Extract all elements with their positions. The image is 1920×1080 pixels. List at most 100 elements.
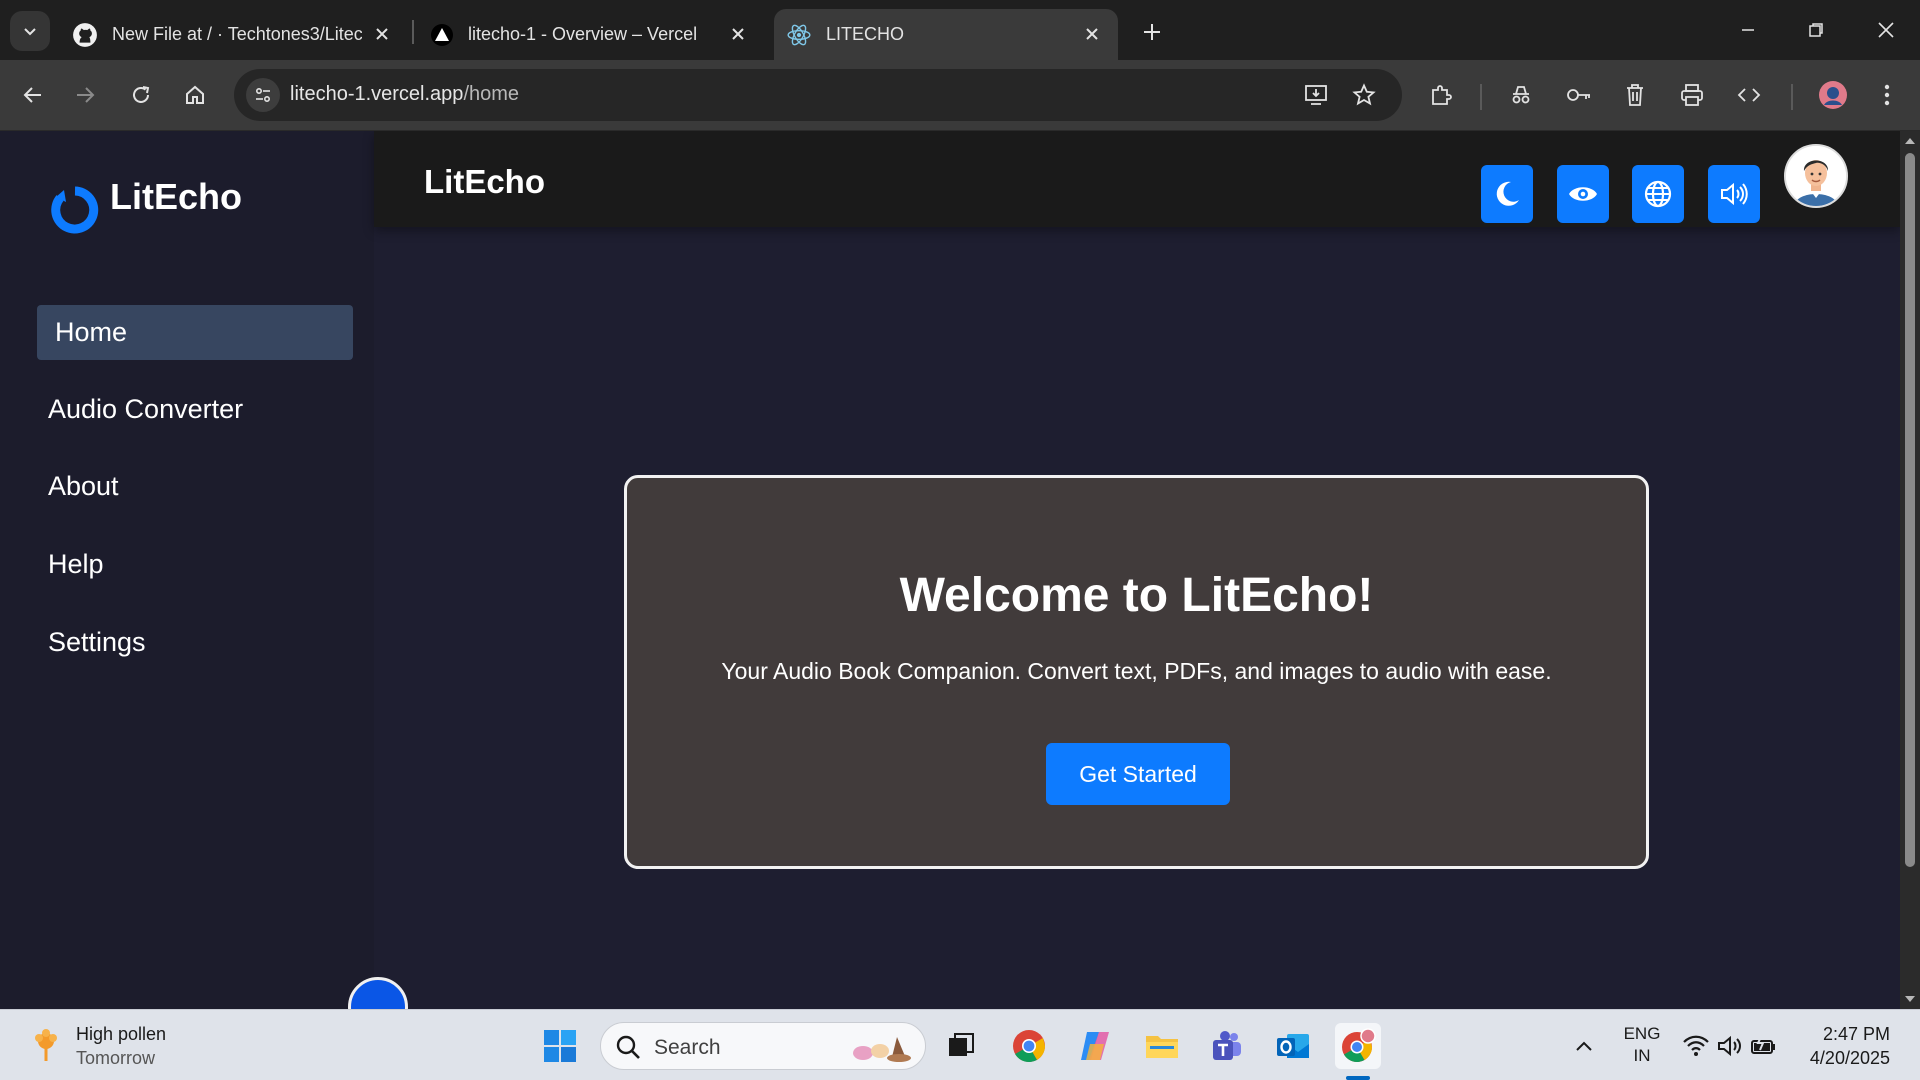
print-button[interactable] [1671, 74, 1713, 116]
close-icon[interactable] [1080, 22, 1104, 46]
language-indicator[interactable]: ENG IN [1618, 1023, 1666, 1067]
minimize-icon [1742, 29, 1754, 31]
weather-text: High pollen Tomorrow [76, 1022, 166, 1070]
address-bar[interactable]: litecho-1.vercel.app/home [234, 69, 1402, 121]
home-icon [186, 85, 204, 104]
extensions-button[interactable] [1420, 74, 1462, 116]
weather-widget[interactable]: High pollen Tomorrow [28, 1022, 166, 1070]
install-app-button[interactable] [1299, 78, 1333, 112]
language-line1: ENG [1623, 1024, 1661, 1043]
sidebar: LitEcho Home Audio Converter About Help … [0, 131, 374, 1009]
profile-button[interactable] [1812, 74, 1854, 116]
forward-button[interactable] [64, 74, 106, 116]
tab-github[interactable]: New File at / · Techtones3/Litech [68, 9, 408, 60]
teams-icon [1213, 1031, 1241, 1060]
taskbar: High pollen Tomorrow Search ENG IN 2:47 … [0, 1009, 1920, 1080]
nav-label: Help [48, 549, 104, 579]
outlook-icon [1277, 1034, 1309, 1058]
tab-title: LITECHO [826, 24, 905, 44]
vercel-icon [431, 23, 453, 46]
eye-icon [1569, 187, 1597, 201]
minimize-button[interactable] [1718, 8, 1778, 52]
close-window-button[interactable] [1856, 8, 1916, 52]
language-line2: IN [1633, 1046, 1651, 1065]
scroll-thumb[interactable] [1905, 153, 1915, 867]
system-clock[interactable]: 2:47 PM 4/20/2025 [1810, 1022, 1890, 1070]
trash-icon [1627, 84, 1643, 106]
taskbar-file-explorer[interactable] [1139, 1023, 1185, 1069]
page-scrollbar[interactable] [1900, 131, 1920, 1009]
close-icon[interactable] [726, 22, 750, 46]
start-button[interactable] [537, 1023, 583, 1069]
taskbar-outlook[interactable] [1270, 1023, 1316, 1069]
printer-icon [1681, 84, 1703, 106]
browser-tab-strip: New File at / · Techtones3/Litech litech… [0, 0, 1920, 60]
taskbar-teams[interactable] [1204, 1023, 1250, 1069]
dark-mode-button[interactable] [1481, 165, 1533, 223]
delete-button[interactable] [1614, 74, 1656, 116]
show-hidden-icons-button[interactable] [1561, 1023, 1607, 1069]
tab-search-button[interactable] [10, 11, 50, 51]
url-text: litecho-1.vercel.app/home [290, 83, 519, 106]
taskbar-copilot[interactable] [1072, 1023, 1118, 1069]
browser-menu-button[interactable] [1866, 74, 1908, 116]
close-icon[interactable] [370, 22, 394, 46]
quick-settings-button[interactable] [1675, 1023, 1785, 1069]
scroll-up-icon[interactable] [1904, 135, 1916, 147]
reload-button[interactable] [120, 74, 162, 116]
nav-home[interactable]: Home [37, 305, 353, 360]
chevron-up-icon [1576, 1041, 1592, 1051]
restore-button[interactable] [1786, 8, 1846, 52]
search-icon [616, 1035, 640, 1059]
toolbar-divider [1480, 84, 1482, 110]
site-info-button[interactable] [246, 78, 280, 112]
nav-label: Audio Converter [48, 394, 244, 424]
language-button[interactable] [1632, 165, 1684, 223]
accessibility-view-button[interactable] [1557, 165, 1609, 223]
wifi-icon [1683, 1035, 1709, 1056]
passwords-button[interactable] [1558, 74, 1600, 116]
nav-label: Home [55, 317, 128, 347]
logo-icon [51, 186, 99, 234]
taskbar-chrome-profile[interactable] [1335, 1023, 1381, 1069]
tune-icon [255, 87, 271, 103]
back-button[interactable] [12, 74, 54, 116]
key-icon [1567, 89, 1590, 101]
install-icon [1305, 85, 1327, 105]
windows-logo-icon [544, 1030, 576, 1062]
get-started-button[interactable]: Get Started [1046, 743, 1230, 805]
url-path: /home [463, 83, 520, 105]
brand[interactable]: LitEcho [50, 171, 242, 235]
scroll-down-icon[interactable] [1904, 993, 1916, 1005]
task-view-button[interactable] [938, 1023, 984, 1069]
tab-vercel[interactable]: litecho-1 - Overview – Vercel [424, 9, 764, 60]
tab-litecho[interactable]: LITECHO [774, 9, 1118, 60]
nav-label: About [48, 471, 119, 501]
taskbar-search[interactable]: Search [600, 1022, 926, 1070]
user-avatar[interactable] [1784, 144, 1848, 208]
devtools-button[interactable] [1728, 74, 1770, 116]
nav-audio-converter[interactable]: Audio Converter [37, 382, 353, 437]
nav-about[interactable]: About [37, 459, 353, 514]
nav-settings[interactable]: Settings [37, 615, 353, 670]
chrome-profile-icon [1342, 1028, 1376, 1063]
speaker-icon [1721, 182, 1748, 206]
volume-icon [1718, 1035, 1741, 1057]
reload-icon [133, 86, 150, 103]
arrow-left-icon [23, 87, 41, 103]
bookmark-button[interactable] [1347, 78, 1381, 112]
tab-title: New File at / · Techtones3/Litech [112, 24, 362, 44]
nav-help[interactable]: Help [37, 537, 353, 592]
welcome-card: Welcome to LitEcho! Your Audio Book Comp… [624, 475, 1649, 869]
home-button[interactable] [174, 74, 216, 116]
header-title: LitEcho [424, 163, 545, 200]
globe-icon [1644, 180, 1672, 208]
incognito-button[interactable] [1500, 74, 1542, 116]
new-tab-button[interactable] [1134, 14, 1170, 50]
folder-icon [1146, 1036, 1178, 1058]
text-to-speech-button[interactable] [1708, 165, 1760, 223]
moon-icon [1496, 181, 1519, 206]
copilot-icon [1081, 1032, 1109, 1060]
taskbar-chrome[interactable] [1006, 1023, 1052, 1069]
brand-name: LitEcho [110, 176, 242, 217]
